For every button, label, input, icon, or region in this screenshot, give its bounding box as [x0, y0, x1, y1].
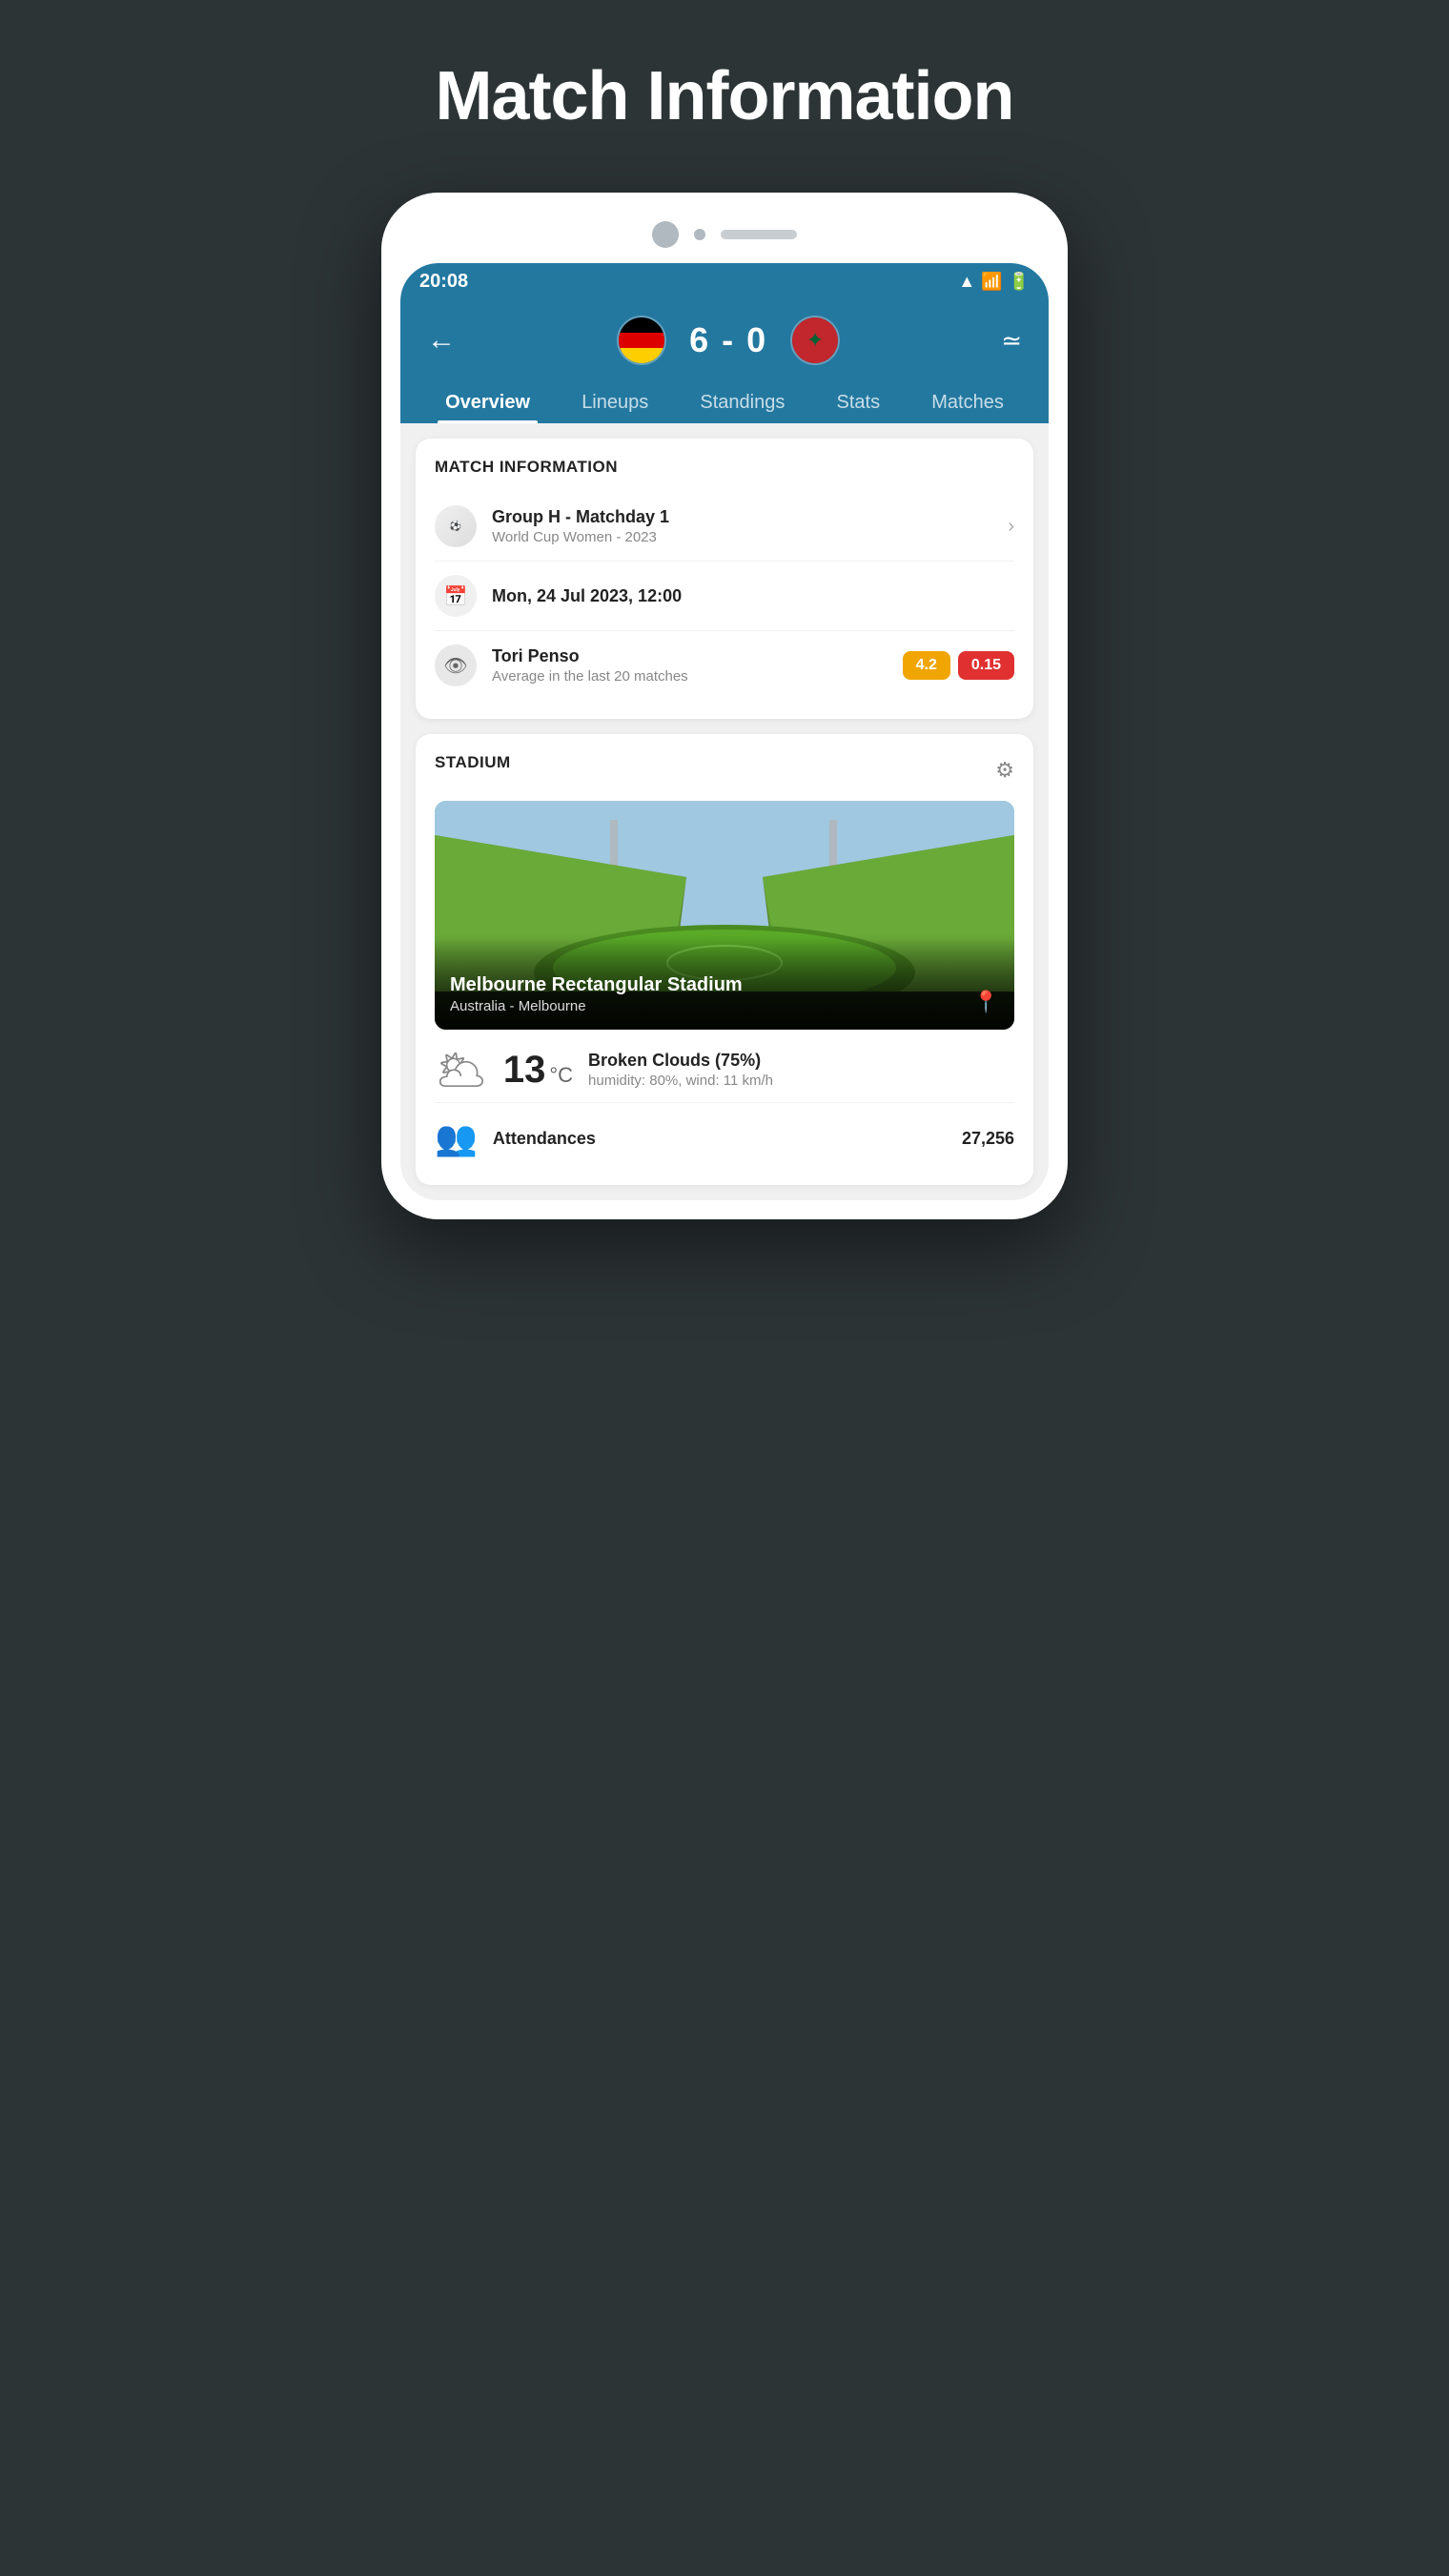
date-info: Mon, 24 Jul 2023, 12:00 — [492, 586, 1014, 606]
back-button[interactable]: ← — [419, 320, 463, 360]
battery-icon: 🔋 — [1009, 272, 1030, 292]
referee-icon: 👁 — [435, 644, 477, 686]
location-icon[interactable]: 📍 — [973, 990, 999, 1014]
phone-screen: 20:08 ▲ 📶 🔋 ← — [400, 263, 1049, 1200]
competition-name: Group H - Matchday 1 — [492, 507, 992, 527]
tab-matches[interactable]: Matches — [924, 382, 1011, 423]
referee-row: 👁 Tori Penso Average in the last 20 matc… — [435, 631, 1014, 700]
match-info-card: MATCH INFORMATION ⚽ Group H - Matchday 1… — [416, 439, 1033, 719]
stadium-title: STADIUM — [435, 753, 511, 772]
referee-badges: 4.2 0.15 — [903, 651, 1014, 680]
stadium-overlay: Melbourne Rectangular Stadium Australia … — [435, 934, 1014, 1030]
weather-icon: 🌥 — [435, 1045, 488, 1094]
referee-info: Tori Penso Average in the last 20 matche… — [492, 646, 888, 685]
score-area: 6 - 0 ✦ — [463, 316, 993, 365]
tab-overview[interactable]: Overview — [438, 382, 538, 423]
phone-frame: 20:08 ▲ 📶 🔋 ← — [381, 193, 1068, 1219]
gear-icon[interactable]: ⚙ — [995, 758, 1014, 783]
competition-logo-inner: ⚽ — [435, 505, 477, 547]
weather-condition: Broken Clouds (75%) — [588, 1051, 1014, 1071]
competition-info: Group H - Matchday 1 World Cup Women - 2… — [492, 507, 992, 545]
phone-camera — [652, 221, 679, 248]
status-bar: 20:08 ▲ 📶 🔋 — [400, 263, 1049, 300]
weather-details: humidity: 80%, wind: 11 km/h — [588, 1073, 1014, 1089]
temperature-value: 13 — [503, 1049, 546, 1092]
people-icon: 👥 — [435, 1118, 478, 1158]
match-header: ← 6 - 0 ✦ — [400, 300, 1049, 423]
temperature-unit: °C — [549, 1063, 573, 1088]
flag-morocco: ✦ — [790, 316, 840, 365]
match-score: 6 - 0 — [689, 320, 767, 360]
competition-logo: ⚽ — [435, 505, 477, 547]
header-top: ← 6 - 0 ✦ — [419, 316, 1030, 365]
morocco-star-icon: ✦ — [806, 328, 824, 353]
referee-sub: Average in the last 20 matches — [492, 668, 888, 685]
share-button[interactable]: ≃ — [993, 322, 1030, 359]
red-card-badge: 0.15 — [958, 651, 1014, 680]
phone-speaker — [721, 230, 797, 239]
flag-germany — [617, 316, 666, 365]
match-date: Mon, 24 Jul 2023, 12:00 — [492, 586, 1014, 606]
referee-name: Tori Penso — [492, 646, 888, 666]
chevron-right-icon: › — [1008, 516, 1014, 538]
attendance-value: 27,256 — [962, 1129, 1014, 1149]
page-title: Match Information — [436, 57, 1014, 135]
competition-sub: World Cup Women - 2023 — [492, 529, 992, 545]
signal-icon: 📶 — [981, 272, 1002, 292]
stadium-name-block: Melbourne Rectangular Stadium Australia … — [450, 974, 743, 1014]
main-content: MATCH INFORMATION ⚽ Group H - Matchday 1… — [400, 423, 1049, 1200]
match-info-title: MATCH INFORMATION — [435, 458, 1014, 477]
phone-dot — [694, 229, 705, 240]
stadium-name: Melbourne Rectangular Stadium — [450, 974, 743, 996]
stadium-card-header: STADIUM ⚙ — [435, 753, 1014, 787]
yellow-card-badge: 4.2 — [903, 651, 950, 680]
attendance-row: 👥 Attendances 27,256 — [435, 1103, 1014, 1166]
date-row: 📅 Mon, 24 Jul 2023, 12:00 — [435, 562, 1014, 631]
wifi-icon: ▲ — [958, 272, 975, 292]
calendar-icon: 📅 — [435, 575, 477, 617]
stadium-location: Australia - Melbourne — [450, 998, 743, 1014]
status-time: 20:08 — [419, 271, 468, 293]
attendance-label: Attendances — [493, 1129, 947, 1149]
tab-stats[interactable]: Stats — [829, 382, 888, 423]
weather-row: 🌥 13 °C Broken Clouds (75%) humidity: 80… — [435, 1030, 1014, 1103]
tab-lineups[interactable]: Lineups — [574, 382, 656, 423]
tab-bar: Overview Lineups Standings Stats Matches — [419, 382, 1030, 423]
tab-standings[interactable]: Standings — [692, 382, 792, 423]
competition-row[interactable]: ⚽ Group H - Matchday 1 World Cup Women -… — [435, 492, 1014, 562]
status-icons: ▲ 📶 🔋 — [958, 272, 1030, 292]
stadium-image: Melbourne Rectangular Stadium Australia … — [435, 801, 1014, 1030]
stadium-card: STADIUM ⚙ — [416, 734, 1033, 1185]
weather-description: Broken Clouds (75%) humidity: 80%, wind:… — [588, 1051, 1014, 1089]
temperature-display: 13 °C — [503, 1049, 573, 1092]
phone-notch — [400, 212, 1049, 254]
